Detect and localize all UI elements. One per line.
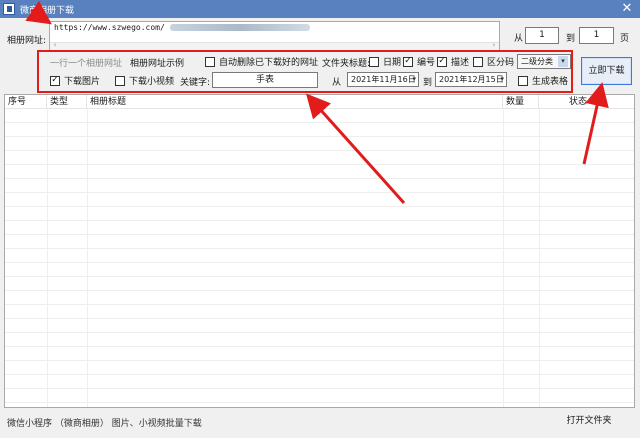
download-videos-checkbox[interactable]: 下载小视频 [115, 74, 174, 87]
date-from-label: 从 [332, 78, 342, 88]
keyword-input[interactable]: 手表 [212, 72, 318, 88]
footer-note: 微信小程序 （微商相册） 图片、小视频批量下载 [7, 419, 202, 429]
auto-delete-checkbox[interactable]: 自动删除已下载好的网址 [205, 55, 318, 68]
checkbox-box [115, 75, 125, 86]
generate-table-checkbox[interactable]: 生成表格 [518, 74, 568, 87]
number-label: 编号 [417, 58, 436, 68]
open-folder-button[interactable]: 打开文件夹 [558, 411, 620, 431]
auto-delete-label: 自动删除已下载好的网址 [219, 58, 319, 68]
checkbox-box [473, 56, 483, 67]
column-header-title[interactable]: 相册标题 [87, 95, 503, 109]
url-redacted [169, 24, 310, 31]
checkbox-box [205, 56, 215, 67]
title-bar: 微商相册下载 ✕ [0, 0, 640, 18]
page-from-label: 从 [514, 34, 524, 44]
date-from-picker[interactable]: 2021年11月16日 ▾ [347, 72, 419, 87]
partition-label: 区分码 [487, 58, 515, 68]
column-divider [87, 109, 88, 407]
number-checkbox[interactable]: ✓ 编号 [403, 55, 435, 68]
column-header-index[interactable]: 序号 [5, 95, 47, 109]
download-videos-label: 下载小视频 [129, 77, 175, 87]
category-select-value: 二级分类 [521, 57, 553, 66]
page-to-input[interactable]: 1 [579, 27, 614, 44]
category-select[interactable]: 二级分类 ▾ [517, 54, 571, 69]
close-button[interactable]: ✕ [618, 1, 636, 16]
date-to-picker[interactable]: 2021年12月15日 ▾ [435, 72, 507, 87]
check-icon: ✓ [403, 56, 413, 67]
page-from-input[interactable]: 1 [525, 27, 559, 44]
table-header: 序号 类型 相册标题 数量 状态 [5, 95, 634, 109]
column-divider [539, 109, 540, 407]
date-to-label: 到 [423, 78, 433, 88]
one-url-per-line-hint: 一行一个相册网址 [50, 59, 123, 69]
app-icon [3, 3, 15, 15]
date-from-value: 2021年11月16日 [351, 75, 416, 84]
scroll-right-icon[interactable]: › [492, 41, 496, 49]
date-label: 日期 [383, 58, 402, 68]
url-label: 相册网址: [7, 36, 47, 46]
column-header-count[interactable]: 数量 [503, 95, 539, 109]
keyword-label: 关键字: [180, 78, 211, 88]
generate-table-label: 生成表格 [532, 77, 569, 87]
url-horizontal-scrollbar[interactable]: ‹ › [50, 41, 499, 50]
url-value: https://www.szwego.com/ [54, 23, 165, 32]
check-icon: ✓ [50, 75, 60, 86]
describe-checkbox[interactable]: ✓ 描述 [437, 55, 469, 68]
download-images-checkbox[interactable]: ✓ 下载图片 [50, 74, 100, 87]
window-title: 微商相册下载 [20, 5, 75, 16]
scroll-left-icon[interactable]: ‹ [53, 41, 57, 49]
partition-checkbox[interactable]: 区分码 [473, 55, 514, 68]
chevron-down-icon: ▾ [412, 75, 416, 83]
page-to-label: 到 [566, 34, 576, 44]
describe-label: 描述 [451, 58, 470, 68]
download-images-label: 下载图片 [64, 77, 101, 87]
folder-title-label: 文件夹标题: [322, 59, 371, 69]
download-now-button[interactable]: 立即下载 [581, 57, 632, 85]
checkbox-box [518, 75, 528, 86]
page-unit-label: 页 [620, 34, 630, 44]
column-divider [503, 109, 504, 407]
column-divider [47, 109, 48, 407]
check-icon: ✓ [437, 56, 447, 67]
checkbox-box [369, 56, 379, 67]
url-textarea[interactable]: https://www.szwego.com/ ‹ › [49, 21, 500, 51]
date-checkbox[interactable]: 日期 [369, 55, 401, 68]
url-example-link[interactable]: 相册网址示例 [130, 56, 184, 69]
date-to-value: 2021年12月15日 [439, 75, 504, 84]
column-header-type[interactable]: 类型 [47, 95, 87, 109]
column-header-status[interactable]: 状态 [539, 95, 634, 109]
chevron-down-icon: ▾ [500, 75, 504, 83]
results-table[interactable]: 序号 类型 相册标题 数量 状态 [4, 94, 635, 408]
chevron-down-icon: ▾ [558, 56, 568, 67]
